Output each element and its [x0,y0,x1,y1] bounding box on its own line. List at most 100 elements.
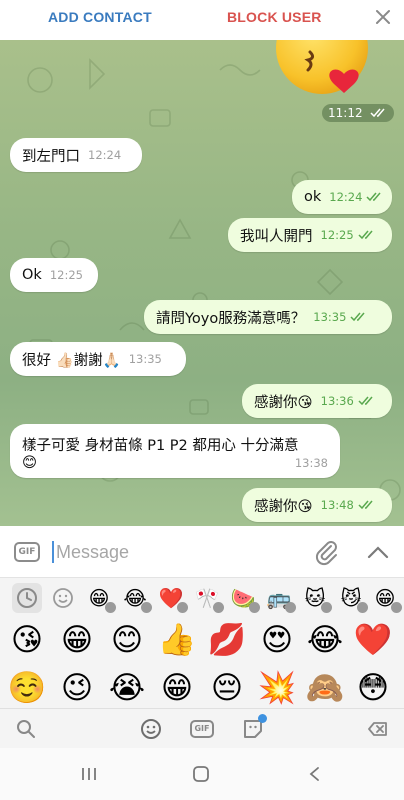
message-time: 12:25 [49,268,83,282]
double-check-icon [366,192,382,202]
emoji-panel: 😁 😂 ❤️ 🎌 🍉 🚌 🐱 😼 😁 😘 😁 😊 👍 💋 😍 😂 ❤️ ☺️ 😉… [0,578,404,708]
double-check-icon [358,500,373,510]
message-text: 樣子可愛 身材苗條 P1 P2 都用心 十分滿意 [22,437,299,454]
lock-icon [321,602,332,613]
add-contact-button[interactable]: ADD CONTACT [48,9,152,25]
message-bubble-outgoing[interactable]: 感謝你😘 13:48 [242,488,392,522]
lock-icon [141,602,152,613]
gif-tab-button[interactable]: GIF [190,720,214,738]
message-text: 到左門口 [22,148,80,165]
message-text: 請問Yoyo服務滿意嗎？ [156,310,306,327]
message-text: ok [304,189,322,205]
recent-emoji-tab[interactable] [12,583,42,613]
message-bubble-incoming[interactable]: 樣子可愛 身材苗條 P1 P2 都用心 十分滿意 😊 13:38 [10,424,340,478]
message-time: 12:24 [329,190,363,204]
message-bubble-incoming[interactable]: 到左門口 12:24 [10,138,142,172]
emoji-key[interactable]: 😉 [54,668,100,708]
message-time: 13:48 [320,498,354,512]
emoji-key[interactable]: 🙈 [302,668,348,708]
message-time: 12:24 [88,148,122,162]
emoji-key[interactable]: 😳 [350,668,396,708]
sticker-pack-tab[interactable]: 😂 [120,583,152,613]
emoji-key[interactable]: 👍 [154,620,200,660]
message-text: 很好 👍🏻謝謝🙏🏻 [22,352,121,369]
sticker-pack-tab[interactable]: 🎌 [192,583,224,613]
smiley-outline-icon [53,588,73,608]
recent-apps-icon[interactable] [80,766,98,782]
text-cursor [52,541,54,563]
lock-icon [213,602,224,613]
message-time: 13:35 [313,310,347,324]
close-icon[interactable] [372,6,394,28]
system-navigation-bar [0,748,404,800]
smileys-tab[interactable] [48,583,78,613]
message-time: 13:35 [128,352,162,366]
backspace-icon[interactable] [366,717,390,741]
sticker-timestamp: 11:12 [322,104,394,122]
block-user-button[interactable]: BLOCK USER [227,9,322,25]
message-time: 12:25 [320,228,354,242]
message-time: 13:38 [294,455,328,470]
chevron-up-icon[interactable] [366,542,390,562]
message-composer: GIF [0,526,404,578]
emoji-key[interactable]: 😍 [254,620,300,660]
emoji-grid: 😘 😁 😊 👍 💋 😍 😂 ❤️ ☺️ 😉 😭 😁 😔 💥 🙈 😳 [0,618,404,708]
kissing-face-sticker[interactable] [272,40,376,104]
top-action-bar: ADD CONTACT BLOCK USER [0,0,404,40]
lock-icon [177,602,188,613]
emoji-key[interactable]: 😔 [204,668,250,708]
sticker-pack-tab[interactable]: ❤️ [156,583,188,613]
message-text: Ok [22,267,42,283]
emoji-category-bar: 😁 😂 ❤️ 🎌 🍉 🚌 🐱 😼 😁 [0,578,404,618]
emoji-tab-icon[interactable] [139,717,163,741]
lock-icon [391,602,402,613]
emoji-key[interactable]: 💥 [254,668,300,708]
emoji-key[interactable]: 💋 [204,620,250,660]
emoji-key[interactable]: 😘 [4,620,50,660]
home-icon[interactable] [192,766,210,782]
lock-icon [249,602,260,613]
new-stickers-badge [258,714,267,723]
sticker-pack-tab[interactable]: 🐱 [300,583,332,613]
double-check-icon [358,230,373,240]
double-check-icon [370,108,385,118]
message-bubble-incoming[interactable]: 很好 👍🏻謝謝🙏🏻 13:35 [10,342,186,376]
message-text: 感謝你😘 [254,498,313,515]
message-text-continued: 😊 [22,454,38,471]
emoji-key[interactable]: ☺️ [4,668,50,708]
keyboard-tool-bar: GIF [0,708,404,748]
sticker-pack-tab[interactable]: 🚌 [264,583,296,613]
chat-area[interactable]: 11:12 到左門口 12:24 ok 12:24 我叫人開門 12:25 Ok… [0,40,404,526]
lock-icon [357,602,368,613]
back-icon[interactable] [306,766,324,782]
message-second-line: 😊 13:38 [22,455,328,471]
sticker-pack-tab[interactable]: 🍉 [228,583,260,613]
sticker-time: 11:12 [328,106,363,120]
message-time: 13:36 [320,394,354,408]
search-icon[interactable] [14,717,38,741]
emoji-key[interactable]: 😁 [154,668,200,708]
message-input[interactable] [56,538,296,566]
emoji-key[interactable]: 😊 [104,620,150,660]
emoji-key[interactable]: 😁 [54,620,100,660]
message-bubble-outgoing[interactable]: 感謝你😘 13:36 [242,384,392,418]
double-check-icon [350,312,365,322]
message-bubble-incoming[interactable]: Ok 12:25 [10,258,98,292]
lock-icon [285,602,296,613]
sticker-pack-tab[interactable]: 😼 [336,583,368,613]
emoji-key[interactable]: ❤️ [350,620,396,660]
sticker-pack-tab[interactable]: 😁 [84,583,116,613]
message-bubble-outgoing[interactable]: ok 12:24 [292,180,392,214]
paperclip-icon[interactable] [314,540,340,566]
message-bubble-outgoing[interactable]: 請問Yoyo服務滿意嗎？ 13:35 [144,300,392,334]
emoji-key[interactable]: 😭 [104,668,150,708]
clock-icon [17,588,37,608]
sticker-pack-tab[interactable]: 😁 [370,583,402,613]
double-check-icon [358,396,373,406]
gif-toggle-button[interactable]: GIF [14,542,40,562]
lock-icon [105,602,116,613]
message-text: 感謝你😘 [254,394,313,411]
emoji-key[interactable]: 😂 [302,620,348,660]
message-text: 我叫人開門 [240,228,313,245]
message-bubble-outgoing[interactable]: 我叫人開門 12:25 [228,218,392,252]
